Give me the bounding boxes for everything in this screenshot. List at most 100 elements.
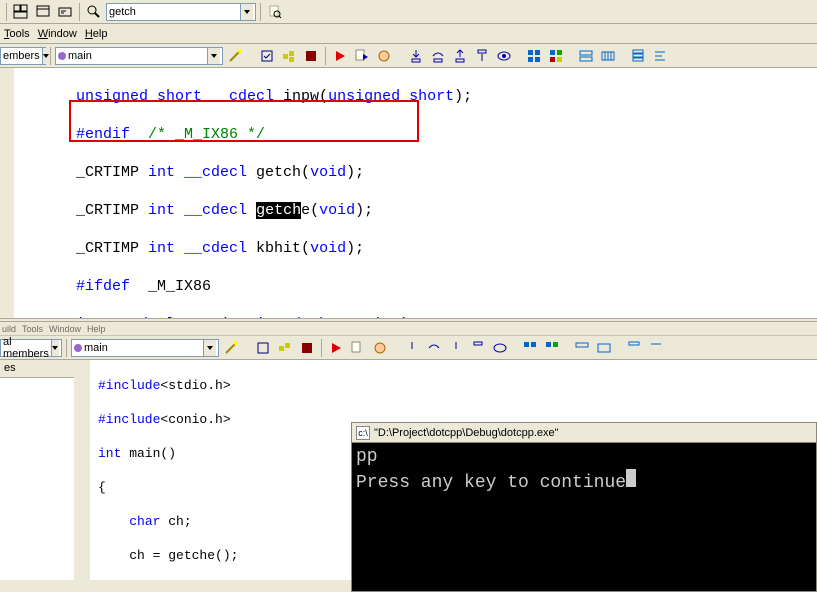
members-dropdown-bottom[interactable]: al members bbox=[0, 339, 62, 357]
mini-menu-build[interactable]: uild bbox=[2, 324, 16, 334]
step-out-button[interactable] bbox=[446, 338, 466, 358]
find-button[interactable] bbox=[84, 2, 104, 22]
stop-icon bbox=[303, 48, 319, 64]
function-name: main bbox=[84, 342, 108, 354]
step-into-button[interactable] bbox=[406, 46, 426, 66]
quickwatch-button[interactable] bbox=[494, 46, 514, 66]
reg-icon bbox=[578, 48, 594, 64]
cursor-icon bbox=[470, 340, 486, 356]
compile-icon bbox=[259, 48, 275, 64]
wand-icon bbox=[227, 48, 243, 64]
hand-icon bbox=[372, 340, 388, 356]
code-editor-top[interactable]: unsigned short __cdecl inpw(unsigned sho… bbox=[0, 68, 817, 318]
build-button[interactable] bbox=[275, 338, 295, 358]
highlight-box bbox=[69, 100, 419, 142]
dropdown-arrow-icon[interactable] bbox=[207, 48, 220, 64]
step-over-button[interactable] bbox=[424, 338, 444, 358]
asm-icon bbox=[652, 48, 668, 64]
wizard-button[interactable] bbox=[225, 46, 245, 66]
search-value: getch bbox=[109, 6, 136, 18]
callstack-button[interactable] bbox=[624, 338, 644, 358]
search-match-highlight: getch bbox=[256, 202, 301, 219]
menu-tools[interactable]: TToolsools bbox=[4, 28, 30, 40]
mini-menubar: uild Tools Window Help bbox=[0, 322, 817, 336]
window-list-button[interactable] bbox=[33, 2, 53, 22]
menu-help[interactable]: Help bbox=[85, 28, 108, 40]
step-out-button[interactable] bbox=[450, 46, 470, 66]
memory-button[interactable] bbox=[594, 338, 614, 358]
dropdown-arrow-icon[interactable] bbox=[203, 340, 216, 356]
run-button[interactable] bbox=[330, 46, 350, 66]
find-in-files-button[interactable] bbox=[265, 2, 285, 22]
step-out-icon bbox=[452, 48, 468, 64]
mem-icon bbox=[600, 48, 616, 64]
breakpoint-button[interactable] bbox=[370, 338, 390, 358]
step-into-icon bbox=[408, 48, 424, 64]
members-label: al members bbox=[3, 336, 49, 360]
variables-button[interactable] bbox=[546, 46, 566, 66]
console-titlebar[interactable]: c:\ "D:\Project\dotcpp\Debug\dotcpp.exe" bbox=[352, 423, 816, 443]
watch-window-button[interactable] bbox=[520, 338, 540, 358]
console-app-icon: c:\ bbox=[356, 426, 370, 440]
members-dropdown[interactable]: embers bbox=[0, 47, 46, 65]
registers-button[interactable] bbox=[572, 338, 592, 358]
vars-icon bbox=[548, 48, 564, 64]
function-dropdown[interactable]: main bbox=[55, 47, 223, 65]
menubar: TToolsools Window Help bbox=[0, 24, 817, 44]
compile-button[interactable] bbox=[253, 338, 273, 358]
console-window[interactable]: c:\ "D:\Project\dotcpp\Debug\dotcpp.exe"… bbox=[351, 422, 817, 592]
run-to-cursor-button[interactable] bbox=[472, 46, 492, 66]
step-into-icon bbox=[404, 340, 420, 356]
memory-button[interactable] bbox=[598, 46, 618, 66]
separator bbox=[321, 339, 322, 357]
run-button[interactable] bbox=[326, 338, 346, 358]
search-icon bbox=[86, 4, 102, 20]
build-button[interactable] bbox=[279, 46, 299, 66]
disassembly-button[interactable] bbox=[650, 46, 670, 66]
mini-menu-tools[interactable]: Tools bbox=[22, 324, 43, 334]
step-over-icon bbox=[430, 48, 446, 64]
search-dropdown[interactable]: getch bbox=[106, 3, 256, 21]
separator bbox=[50, 47, 51, 65]
breakpoint-button[interactable] bbox=[374, 46, 394, 66]
run-to-cursor-button[interactable] bbox=[468, 338, 488, 358]
stop-build-button[interactable] bbox=[297, 338, 317, 358]
stop-icon bbox=[299, 340, 315, 356]
dropdown-arrow-icon[interactable] bbox=[51, 340, 59, 356]
step-out-icon bbox=[448, 340, 464, 356]
go-button[interactable] bbox=[352, 46, 372, 66]
dropdown-arrow-icon[interactable] bbox=[240, 4, 253, 20]
mini-menu-help[interactable]: Help bbox=[87, 324, 106, 334]
go-button[interactable] bbox=[348, 338, 368, 358]
disassembly-button[interactable] bbox=[646, 338, 666, 358]
console-line: pp bbox=[356, 445, 812, 469]
dropdown-arrow-icon[interactable] bbox=[42, 48, 49, 64]
find-files-icon bbox=[267, 4, 283, 20]
tile-icon bbox=[13, 4, 29, 20]
members-bar-bottom: al members main bbox=[0, 336, 817, 360]
function-dropdown-bottom[interactable]: main bbox=[71, 339, 219, 357]
registers-button[interactable] bbox=[576, 46, 596, 66]
tile-windows-button[interactable] bbox=[11, 2, 31, 22]
mini-menu-window[interactable]: Window bbox=[49, 324, 81, 334]
watch-window-button[interactable] bbox=[524, 46, 544, 66]
watch-icon bbox=[492, 340, 508, 356]
go-icon bbox=[350, 340, 366, 356]
stop-build-button[interactable] bbox=[301, 46, 321, 66]
compile-button[interactable] bbox=[257, 46, 277, 66]
console-line: Press any key to continue bbox=[356, 473, 626, 493]
step-into-button[interactable] bbox=[402, 338, 422, 358]
menu-window[interactable]: Window bbox=[38, 28, 77, 40]
step-over-button[interactable] bbox=[428, 46, 448, 66]
variables-button[interactable] bbox=[542, 338, 562, 358]
window-icon bbox=[35, 4, 51, 20]
run-icon bbox=[332, 48, 348, 64]
output-icon bbox=[57, 4, 73, 20]
callstack-button[interactable] bbox=[628, 46, 648, 66]
wizard-button[interactable] bbox=[221, 338, 241, 358]
vars-icon bbox=[544, 340, 560, 356]
console-title-text: "D:\Project\dotcpp\Debug\dotcpp.exe" bbox=[374, 427, 559, 439]
asm-icon bbox=[648, 340, 664, 356]
quickwatch-button[interactable] bbox=[490, 338, 510, 358]
output-button[interactable] bbox=[55, 2, 75, 22]
